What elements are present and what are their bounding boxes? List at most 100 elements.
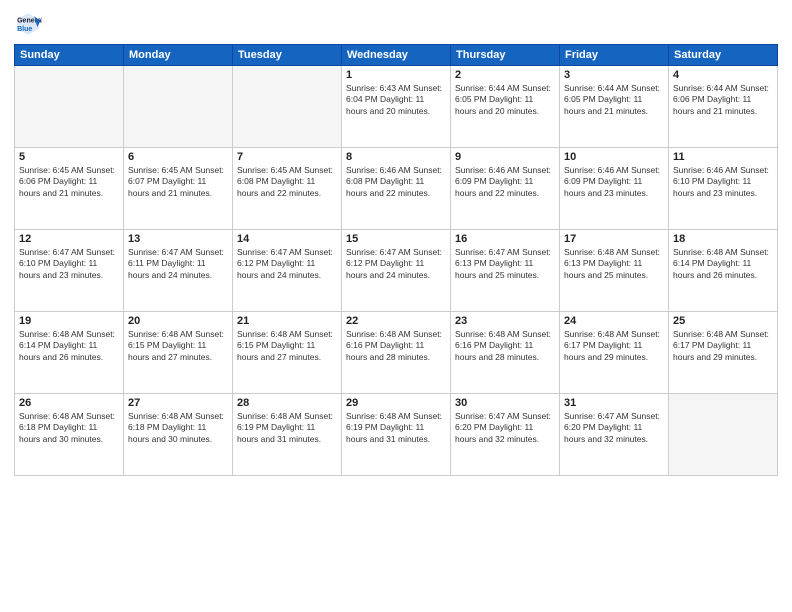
calendar-cell: 4 Sunrise: 6:44 AM Sunset: 6:06 PM Daylig… [669, 66, 778, 148]
day-number: 15 [346, 233, 446, 245]
weekday-header-saturday: Saturday [669, 45, 778, 66]
day-number: 16 [455, 233, 555, 245]
day-info: Sunrise: 6:44 AM Sunset: 6:06 PM Dayligh… [673, 83, 773, 117]
day-info: Sunrise: 6:46 AM Sunset: 6:08 PM Dayligh… [346, 165, 446, 199]
calendar-cell: 28 Sunrise: 6:48 AM Sunset: 6:19 PM Dayli… [233, 394, 342, 476]
week-row-3: 12Sunrise: 6:47 AM Sunset: 6:10 PM Dayli… [15, 230, 778, 312]
calendar-cell: 20Sunrise: 6:48 AM Sunset: 6:15 PM Dayli… [124, 312, 233, 394]
calendar-cell: 10 Sunrise: 6:46 AM Sunset: 6:09 PM Dayli… [560, 148, 669, 230]
calendar-cell [669, 394, 778, 476]
day-number: 8 [346, 151, 446, 163]
day-number: 24 [564, 315, 664, 327]
day-number: 21 [237, 315, 337, 327]
calendar-table: SundayMondayTuesdayWednesdayThursdayFrid… [14, 44, 778, 476]
calendar-cell: 5 Sunrise: 6:45 AM Sunset: 6:06 PM Daylig… [15, 148, 124, 230]
calendar-cell: 17 Sunrise: 6:48 AM Sunset: 6:13 PM Dayli… [560, 230, 669, 312]
calendar-cell: 2 Sunrise: 6:44 AM Sunset: 6:05 PM Daylig… [451, 66, 560, 148]
day-number: 23 [455, 315, 555, 327]
day-info: Sunrise: 6:47 AM Sunset: 6:13 PM Dayligh… [455, 247, 555, 281]
day-number: 17 [564, 233, 664, 245]
day-number: 12 [19, 233, 119, 245]
day-number: 19 [19, 315, 119, 327]
day-info: Sunrise: 6:46 AM Sunset: 6:09 PM Dayligh… [564, 165, 664, 199]
day-info: Sunrise: 6:48 AM Sunset: 6:14 PM Dayligh… [673, 247, 773, 281]
calendar-cell: 1 Sunrise: 6:43 AM Sunset: 6:04 PM Daylig… [342, 66, 451, 148]
day-number: 1 [346, 69, 446, 81]
day-number: 25 [673, 315, 773, 327]
day-number: 26 [19, 397, 119, 409]
calendar-cell: 26Sunrise: 6:48 AM Sunset: 6:18 PM Dayli… [15, 394, 124, 476]
day-number: 13 [128, 233, 228, 245]
svg-text:Blue: Blue [17, 26, 32, 33]
day-info: Sunrise: 6:48 AM Sunset: 6:14 PM Dayligh… [19, 329, 119, 363]
day-info: Sunrise: 6:45 AM Sunset: 6:06 PM Dayligh… [19, 165, 119, 199]
calendar-cell: 19 Sunrise: 6:48 AM Sunset: 6:14 PM Dayli… [15, 312, 124, 394]
weekday-header-tuesday: Tuesday [233, 45, 342, 66]
logo: General Blue [14, 10, 44, 38]
day-number: 2 [455, 69, 555, 81]
day-info: Sunrise: 6:48 AM Sunset: 6:19 PM Dayligh… [237, 411, 337, 445]
day-info: Sunrise: 6:48 AM Sunset: 6:15 PM Dayligh… [128, 329, 228, 363]
day-info: Sunrise: 6:48 AM Sunset: 6:19 PM Dayligh… [346, 411, 446, 445]
day-info: Sunrise: 6:46 AM Sunset: 6:09 PM Dayligh… [455, 165, 555, 199]
day-number: 31 [564, 397, 664, 409]
week-row-1: 1 Sunrise: 6:43 AM Sunset: 6:04 PM Daylig… [15, 66, 778, 148]
calendar-cell: 11 Sunrise: 6:46 AM Sunset: 6:10 PM Dayli… [669, 148, 778, 230]
day-info: Sunrise: 6:44 AM Sunset: 6:05 PM Dayligh… [455, 83, 555, 117]
day-info: Sunrise: 6:47 AM Sunset: 6:20 PM Dayligh… [564, 411, 664, 445]
weekday-header-monday: Monday [124, 45, 233, 66]
calendar-cell: 30Sunrise: 6:47 AM Sunset: 6:20 PM Dayli… [451, 394, 560, 476]
day-info: Sunrise: 6:46 AM Sunset: 6:10 PM Dayligh… [673, 165, 773, 199]
calendar-cell: 3Sunrise: 6:44 AM Sunset: 6:05 PM Daylig… [560, 66, 669, 148]
calendar-cell: 12Sunrise: 6:47 AM Sunset: 6:10 PM Dayli… [15, 230, 124, 312]
calendar-cell [15, 66, 124, 148]
day-number: 10 [564, 151, 664, 163]
day-number: 5 [19, 151, 119, 163]
day-number: 11 [673, 151, 773, 163]
calendar-cell: 14 Sunrise: 6:47 AM Sunset: 6:12 PM Dayli… [233, 230, 342, 312]
calendar-cell: 24Sunrise: 6:48 AM Sunset: 6:17 PM Dayli… [560, 312, 669, 394]
weekday-header-sunday: Sunday [15, 45, 124, 66]
week-row-5: 26 Sunrise: 6:48 AM Sunset: 6:18 PM Dayli… [15, 394, 778, 476]
weekday-header-friday: Friday [560, 45, 669, 66]
calendar-cell: 31 Sunrise: 6:47 AM Sunset: 6:20 PM Dayli… [560, 394, 669, 476]
calendar-cell: 21 Sunrise: 6:48 AM Sunset: 6:15 PM Dayli… [233, 312, 342, 394]
day-info: Sunrise: 6:45 AM Sunset: 6:07 PM Dayligh… [128, 165, 228, 199]
day-number: 27 [128, 397, 228, 409]
calendar-cell: 22Sunrise: 6:48 AM Sunset: 6:16 PM Dayli… [342, 312, 451, 394]
day-number: 29 [346, 397, 446, 409]
day-info: Sunrise: 6:47 AM Sunset: 6:11 PM Dayligh… [128, 247, 228, 281]
calendar-cell: 29 Sunrise: 6:48 AM Sunset: 6:19 PM Dayli… [342, 394, 451, 476]
day-info: Sunrise: 6:48 AM Sunset: 6:18 PM Dayligh… [128, 411, 228, 445]
day-info: Sunrise: 6:48 AM Sunset: 6:15 PM Dayligh… [237, 329, 337, 363]
calendar-cell: 13 Sunrise: 6:47 AM Sunset: 6:11 PM Dayli… [124, 230, 233, 312]
calendar-cell: 16 Sunrise: 6:47 AM Sunset: 6:13 PM Dayli… [451, 230, 560, 312]
weekday-header-wednesday: Wednesday [342, 45, 451, 66]
day-number: 6 [128, 151, 228, 163]
calendar-cell: 23Sunrise: 6:48 AM Sunset: 6:16 PM Dayli… [451, 312, 560, 394]
weekday-header-thursday: Thursday [451, 45, 560, 66]
calendar-cell: 8 Sunrise: 6:46 AM Sunset: 6:08 PM Daylig… [342, 148, 451, 230]
day-number: 18 [673, 233, 773, 245]
day-info: Sunrise: 6:47 AM Sunset: 6:12 PM Dayligh… [237, 247, 337, 281]
day-number: 9 [455, 151, 555, 163]
day-number: 28 [237, 397, 337, 409]
day-info: Sunrise: 6:48 AM Sunset: 6:13 PM Dayligh… [564, 247, 664, 281]
day-info: Sunrise: 6:43 AM Sunset: 6:04 PM Dayligh… [346, 83, 446, 117]
calendar-cell: 27 Sunrise: 6:48 AM Sunset: 6:18 PM Dayli… [124, 394, 233, 476]
day-info: Sunrise: 6:48 AM Sunset: 6:17 PM Dayligh… [673, 329, 773, 363]
day-number: 14 [237, 233, 337, 245]
day-number: 4 [673, 69, 773, 81]
week-row-4: 19 Sunrise: 6:48 AM Sunset: 6:14 PM Dayli… [15, 312, 778, 394]
calendar-cell [233, 66, 342, 148]
logo-icon: General Blue [14, 10, 42, 38]
day-info: Sunrise: 6:47 AM Sunset: 6:12 PM Dayligh… [346, 247, 446, 281]
calendar-cell: 25 Sunrise: 6:48 AM Sunset: 6:17 PM Dayli… [669, 312, 778, 394]
calendar-cell: 9 Sunrise: 6:46 AM Sunset: 6:09 PM Daylig… [451, 148, 560, 230]
weekday-header-row: SundayMondayTuesdayWednesdayThursdayFrid… [15, 45, 778, 66]
calendar-cell [124, 66, 233, 148]
day-info: Sunrise: 6:44 AM Sunset: 6:05 PM Dayligh… [564, 83, 664, 117]
day-number: 30 [455, 397, 555, 409]
day-info: Sunrise: 6:45 AM Sunset: 6:08 PM Dayligh… [237, 165, 337, 199]
day-number: 7 [237, 151, 337, 163]
